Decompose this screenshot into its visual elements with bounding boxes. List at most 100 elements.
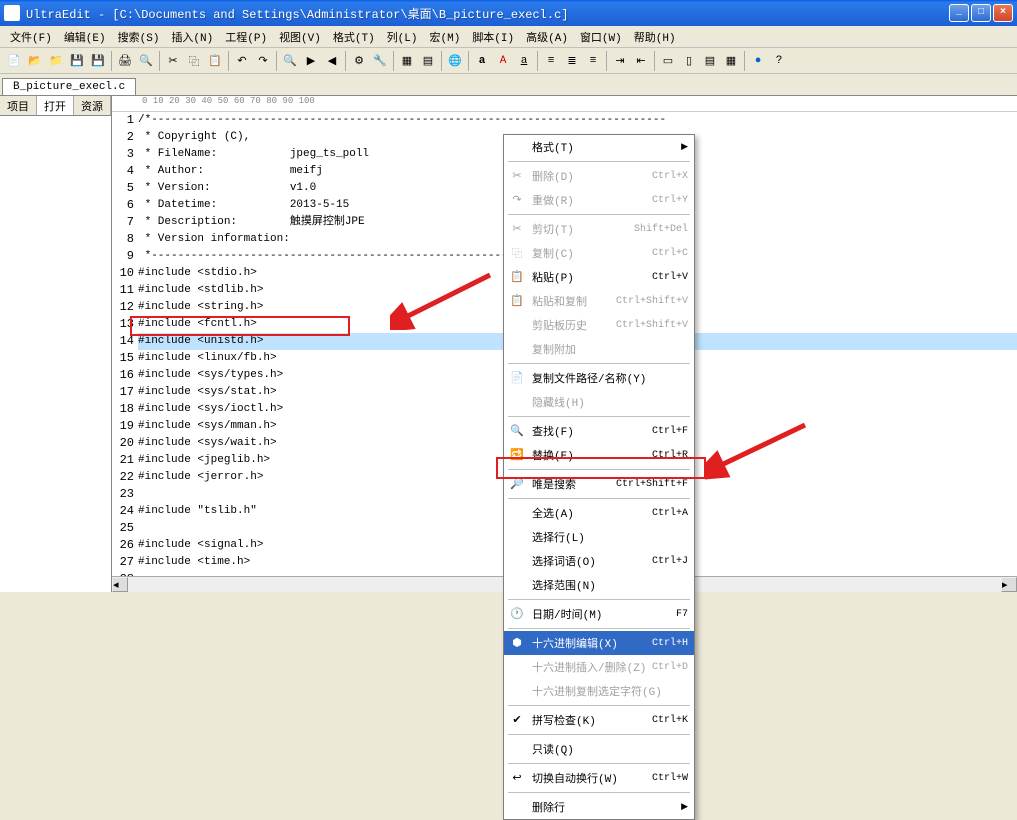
text-a-icon[interactable]: a: [472, 51, 492, 71]
blue-icon[interactable]: ●: [748, 51, 768, 71]
menu-item[interactable]: 插入(N): [165, 27, 219, 47]
line-number: 17: [112, 384, 138, 401]
context-menu-item[interactable]: ✔拼写检查(K)Ctrl+K: [504, 708, 694, 732]
save-icon[interactable]: 💾: [67, 51, 87, 71]
line-number: 13: [112, 316, 138, 333]
context-menu-item[interactable]: ⬢十六进制编辑(X)Ctrl+H: [504, 631, 694, 655]
menu-item[interactable]: 脚本(I): [466, 27, 520, 47]
line-number: 16: [112, 367, 138, 384]
context-menu-item[interactable]: 删除行▶: [504, 795, 694, 819]
menu-item-label: 全选(A): [532, 505, 574, 521]
line-number: 5: [112, 180, 138, 197]
menu-item-icon: ✂: [510, 222, 524, 236]
menu-item[interactable]: 窗口(W): [574, 27, 628, 47]
text-u-icon[interactable]: a: [514, 51, 534, 71]
align-left-icon[interactable]: ≡: [541, 51, 561, 71]
cut-icon[interactable]: ✂: [163, 51, 183, 71]
context-menu-item[interactable]: 📋粘贴(P)Ctrl+V: [504, 265, 694, 289]
save-all-icon[interactable]: 💾: [88, 51, 108, 71]
menu-item[interactable]: 编辑(E): [58, 27, 112, 47]
outdent-icon[interactable]: ⇤: [631, 51, 651, 71]
close-button[interactable]: ×: [993, 4, 1013, 22]
context-menu-item[interactable]: ↩切换自动换行(W)Ctrl+W: [504, 766, 694, 790]
find-next-icon[interactable]: ▶: [301, 51, 321, 71]
menu-item[interactable]: 帮助(H): [628, 27, 682, 47]
minimize-button[interactable]: _: [949, 4, 969, 22]
context-menu-item[interactable]: 📄复制文件路径/名称(Y): [504, 366, 694, 390]
menu-item-label: 剪贴板历史: [532, 317, 587, 333]
context-menu-item: 剪贴板历史 Ctrl+Shift+V: [504, 313, 694, 337]
context-menu-item[interactable]: 只读(Q): [504, 737, 694, 761]
menu-item-shortcut: Ctrl+A: [652, 508, 688, 519]
help-icon[interactable]: ?: [769, 51, 789, 71]
context-menu-item[interactable]: 选择行(L): [504, 525, 694, 549]
block2-icon[interactable]: ▤: [418, 51, 438, 71]
search-icon[interactable]: 🔍: [280, 51, 300, 71]
maximize-button[interactable]: □: [971, 4, 991, 22]
scroll-left-button[interactable]: ◂: [112, 577, 128, 592]
undo-icon[interactable]: ↶: [232, 51, 252, 71]
redo-icon[interactable]: ↷: [253, 51, 273, 71]
context-menu-item: 十六进制复制选定字符(G): [504, 679, 694, 703]
menu-item[interactable]: 高级(A): [520, 27, 574, 47]
find-prev-icon[interactable]: ◀: [322, 51, 342, 71]
copy-icon[interactable]: ⿻: [184, 51, 204, 71]
menu-item[interactable]: 视图(V): [273, 27, 327, 47]
folder-icon[interactable]: 📁: [46, 51, 66, 71]
toolbar: 📄 📂 📁 💾 💾 🖨 🔍 ✂ ⿻ 📋 ↶ ↷ 🔍 ▶ ◀ ⚙ 🔧 ▦ ▤ 🌐 …: [0, 48, 1017, 74]
line-number: 19: [112, 418, 138, 435]
tool-icon[interactable]: ⚙: [349, 51, 369, 71]
print-icon[interactable]: 🖨: [115, 51, 135, 71]
browser-icon[interactable]: 🌐: [445, 51, 465, 71]
align-center-icon[interactable]: ≣: [562, 51, 582, 71]
menu-item[interactable]: 列(L): [381, 27, 424, 47]
win2-icon[interactable]: ▯: [679, 51, 699, 71]
menu-item[interactable]: 格式(T): [327, 27, 381, 47]
menu-item[interactable]: 宏(M): [424, 27, 467, 47]
line-number: 11: [112, 282, 138, 299]
menu-item[interactable]: 搜索(S): [112, 27, 166, 47]
menu-item-icon: ✔: [510, 713, 524, 727]
file-tab[interactable]: B_picture_execl.c: [2, 78, 136, 95]
side-panel: 项目 打开 资源管理: [0, 96, 112, 592]
menu-item-label: 复制文件路径/名称(Y): [532, 370, 646, 386]
win-icon[interactable]: ▭: [658, 51, 678, 71]
menu-item[interactable]: 工程(P): [219, 27, 273, 47]
side-tab-explorer[interactable]: 资源管理: [74, 96, 111, 115]
menu-item-label: 重做(R): [532, 192, 574, 208]
paste-icon[interactable]: 📋: [205, 51, 225, 71]
context-menu-item[interactable]: 🔁替换(E)Ctrl+R: [504, 443, 694, 467]
context-menu-item[interactable]: 🔍查找(F)Ctrl+F: [504, 419, 694, 443]
preview-icon[interactable]: 🔍: [136, 51, 156, 71]
code-line[interactable]: 1/*-------------------------------------…: [112, 112, 1017, 129]
context-menu-item[interactable]: 全选(A) Ctrl+A: [504, 501, 694, 525]
open-file-icon[interactable]: 📂: [25, 51, 45, 71]
code-text: /*--------------------------------------…: [138, 112, 1017, 129]
context-menu-separator: [508, 734, 690, 735]
menu-item-shortcut: Ctrl+Shift+V: [616, 320, 688, 331]
context-menu-separator: [508, 469, 690, 470]
menu-item-shortcut: Shift+Del: [634, 224, 688, 235]
context-menu-header[interactable]: 格式(T)▶: [504, 135, 694, 159]
context-menu-item[interactable]: 选择范围(N): [504, 573, 694, 597]
win3-icon[interactable]: ▤: [700, 51, 720, 71]
side-tab-project[interactable]: 项目: [0, 96, 37, 115]
context-menu-item: ✂删除(D)Ctrl+X: [504, 164, 694, 188]
context-menu-item[interactable]: 🔎唯是搜索Ctrl+Shift+F: [504, 472, 694, 496]
indent-icon[interactable]: ⇥: [610, 51, 630, 71]
align-right-icon[interactable]: ≡: [583, 51, 603, 71]
win4-icon[interactable]: ▦: [721, 51, 741, 71]
context-menu-item: ⿻复制(C)Ctrl+C: [504, 241, 694, 265]
menu-item-shortcut: Ctrl+Shift+F: [616, 479, 688, 490]
window-title: UltraEdit - [C:\Documents and Settings\A…: [26, 5, 949, 22]
menu-item[interactable]: 文件(F): [4, 27, 58, 47]
tool2-icon[interactable]: 🔧: [370, 51, 390, 71]
side-tab-open[interactable]: 打开: [37, 96, 74, 115]
context-menu-item[interactable]: 选择词语(O)Ctrl+J: [504, 549, 694, 573]
context-menu-item: 📋粘贴和复制Ctrl+Shift+V: [504, 289, 694, 313]
block-icon[interactable]: ▦: [397, 51, 417, 71]
scroll-right-button[interactable]: ▸: [1001, 577, 1017, 592]
text-a2-icon[interactable]: A: [493, 51, 513, 71]
new-file-icon[interactable]: 📄: [4, 51, 24, 71]
line-number: 21: [112, 452, 138, 469]
